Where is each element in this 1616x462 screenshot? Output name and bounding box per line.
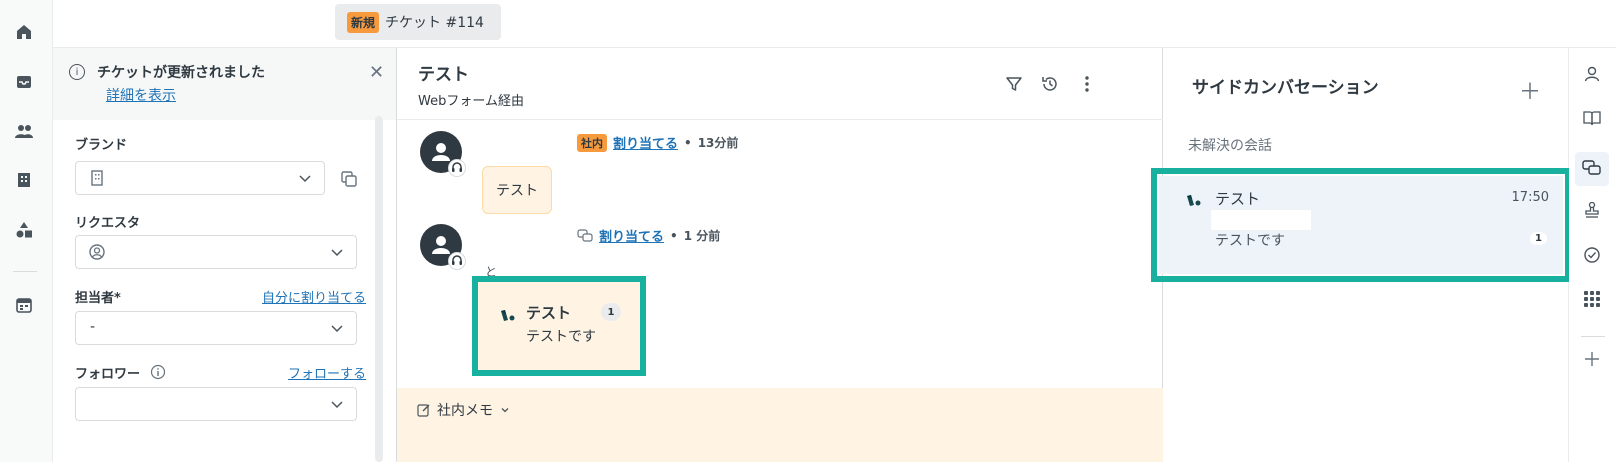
ticket-tab[interactable]: 新規 チケット #114 bbox=[335, 4, 501, 40]
chat-icon[interactable] bbox=[1581, 158, 1603, 180]
side-conversation-preview: テストです bbox=[1215, 233, 1285, 249]
building-icon bbox=[91, 170, 103, 186]
internal-tag: 社内 bbox=[577, 133, 607, 152]
side-conversations-panel: サイドカンバセーション ＋ 未解決の会話 テスト 17:50 テストです 1 bbox=[1151, 48, 1571, 462]
message-time: 1 分前 bbox=[683, 229, 721, 243]
rail-divider bbox=[1581, 336, 1605, 337]
message-time: 13分前 bbox=[697, 136, 739, 150]
plus-icon[interactable] bbox=[1581, 348, 1603, 370]
side-conversation-time: 17:50 bbox=[1511, 190, 1549, 205]
scrollbar[interactable] bbox=[375, 116, 383, 462]
side-conversation-card-body: テスト 1 テストです bbox=[478, 282, 640, 370]
assignee-value: - bbox=[90, 319, 96, 335]
conversation-pane: テスト Webフォーム経由 社内 割り当てる • 13分前 テスト 割り当てる … bbox=[397, 48, 1163, 462]
more-options-icon[interactable] bbox=[1077, 74, 1097, 94]
book-icon[interactable] bbox=[1581, 107, 1603, 129]
home-icon[interactable] bbox=[13, 21, 35, 43]
side-panel-title: サイドカンバセーション bbox=[1192, 78, 1379, 98]
right-app-rail bbox=[1569, 48, 1616, 462]
shapes-icon[interactable] bbox=[13, 219, 35, 241]
redacted-recipient bbox=[1211, 210, 1311, 230]
user-icon[interactable] bbox=[1581, 63, 1603, 85]
close-icon[interactable]: ✕ bbox=[369, 62, 384, 83]
conversation-title: テスト bbox=[418, 65, 469, 85]
edit-note-icon bbox=[417, 404, 430, 417]
chevron-down-icon bbox=[331, 325, 343, 333]
status-badge: 新規 bbox=[347, 11, 380, 33]
inbox-icon[interactable] bbox=[13, 71, 35, 93]
users-icon[interactable] bbox=[13, 120, 35, 142]
chevron-down-icon bbox=[299, 175, 311, 183]
followers-select[interactable] bbox=[75, 387, 357, 421]
stamp-icon[interactable] bbox=[1581, 199, 1603, 221]
assign-link[interactable]: 割り当てる bbox=[599, 226, 664, 245]
side-conversation-subject: テスト bbox=[1215, 190, 1261, 208]
message-meta: 社内 割り当てる • 13分前 bbox=[577, 133, 738, 152]
brand-select[interactable] bbox=[75, 161, 325, 195]
conversation-channel: Webフォーム経由 bbox=[418, 94, 524, 109]
side-conversation-list-item-body: テスト 17:50 テストです 1 bbox=[1159, 176, 1563, 274]
info-icon[interactable] bbox=[150, 364, 166, 380]
message-bubble: テスト bbox=[482, 166, 552, 214]
info-icon: i bbox=[69, 64, 85, 80]
assignee-select[interactable]: - bbox=[75, 311, 357, 345]
calendar-icon[interactable] bbox=[13, 294, 35, 316]
ticket-properties-panel: i チケットが更新されました 詳細を表示 ✕ ブランド リクエスタ 担当者* 自… bbox=[53, 48, 397, 462]
message-meta: 割り当てる • 1 分前 bbox=[577, 226, 720, 245]
update-notice: i チケットが更新されました 詳細を表示 ✕ bbox=[53, 48, 396, 120]
chevron-down-icon bbox=[331, 401, 343, 409]
follow-link[interactable]: フォローする bbox=[288, 363, 366, 382]
separator-dot: • bbox=[684, 135, 692, 150]
rail-divider bbox=[13, 271, 37, 272]
user-circle-icon bbox=[89, 244, 105, 260]
zendesk-logo-icon bbox=[1187, 195, 1201, 206]
ticket-tab-title: チケット #114 bbox=[385, 15, 484, 31]
brand-label: ブランド bbox=[75, 138, 128, 153]
side-conversation-preview: テストです bbox=[526, 329, 596, 345]
followers-label: フォロワー bbox=[75, 367, 141, 382]
copy-icon[interactable] bbox=[340, 170, 358, 188]
side-conversation-card[interactable]: テスト 1 テストです bbox=[472, 276, 646, 376]
add-side-conversation-icon[interactable]: ＋ bbox=[1519, 74, 1541, 106]
show-details-link[interactable]: 詳細を表示 bbox=[106, 85, 176, 105]
left-nav-rail bbox=[0, 0, 53, 462]
composer-mode-selector[interactable]: 社内メモ bbox=[417, 400, 511, 420]
headset-icon bbox=[448, 159, 466, 177]
zendesk-logo-icon bbox=[501, 310, 515, 321]
requester-select[interactable] bbox=[75, 235, 357, 269]
assignee-label: 担当者* bbox=[75, 291, 121, 306]
history-icon[interactable] bbox=[1040, 74, 1060, 94]
building-icon[interactable] bbox=[13, 169, 35, 191]
filter-icon[interactable] bbox=[1004, 74, 1024, 94]
check-circle-icon[interactable] bbox=[1581, 244, 1603, 266]
avatar[interactable] bbox=[420, 224, 466, 270]
side-conversation-title: テスト bbox=[526, 304, 572, 322]
separator-dot: • bbox=[670, 228, 678, 243]
assign-self-link[interactable]: 自分に割り当てる bbox=[262, 287, 366, 306]
chevron-down-icon bbox=[501, 408, 509, 413]
composer-mode-label: 社内メモ bbox=[437, 403, 493, 419]
message-count-badge: 1 bbox=[601, 303, 621, 321]
assign-link[interactable]: 割り当てる bbox=[613, 133, 678, 152]
side-conversation-icon bbox=[577, 228, 593, 242]
message-count-badge: 1 bbox=[1530, 232, 1547, 245]
side-conversation-list-item[interactable]: テスト 17:50 テストです 1 bbox=[1151, 168, 1571, 282]
composer[interactable]: 社内メモ bbox=[397, 388, 1163, 462]
apps-grid-icon[interactable] bbox=[1581, 288, 1603, 310]
conversation-header: テスト Webフォーム経由 bbox=[397, 48, 1163, 120]
notice-title: チケットが更新されました bbox=[97, 65, 265, 81]
top-bar: 新規 チケット #114 bbox=[53, 0, 1616, 48]
requester-label: リクエスタ bbox=[75, 216, 141, 231]
chevron-down-icon bbox=[331, 249, 343, 257]
headset-icon bbox=[448, 252, 466, 270]
open-conversations-heading: 未解決の会話 bbox=[1188, 138, 1272, 154]
avatar[interactable] bbox=[420, 131, 466, 177]
